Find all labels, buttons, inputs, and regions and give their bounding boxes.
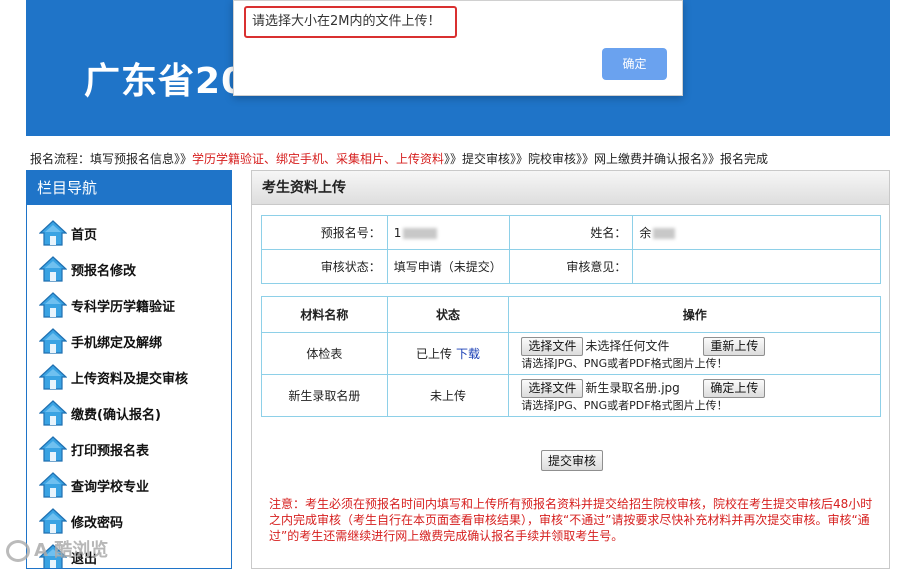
selected-file-name: 新生录取名册.jpg — [585, 380, 680, 395]
regno-label: 预报名号： — [261, 215, 388, 250]
column-header: 材料名称 — [261, 296, 388, 333]
sidebar-item-label: 手机绑定及解绑 — [71, 335, 163, 351]
format-hint: 请选择JPG、PNG或者PDF格式图片上传！ — [521, 398, 728, 412]
sidebar-item-8[interactable]: 修改密码 — [27, 503, 231, 539]
name-label: 姓名： — [508, 215, 634, 250]
confirm-upload-button[interactable]: 确定上传 — [703, 378, 766, 398]
house-icon — [38, 399, 68, 427]
sidebar-item-label: 上传资料及提交审核 — [71, 371, 189, 387]
sidebar-item-label: 修改密码 — [71, 515, 124, 531]
banner-title: 广东省20 — [84, 61, 248, 102]
registration-flow: 报名流程：填写预报名信息》》学历学籍验证、绑定手机、采集相片、上传资料》》提交审… — [30, 150, 768, 167]
house-icon — [38, 435, 68, 463]
dialog-ok-button[interactable]: 确定 — [602, 48, 667, 80]
flow-suffix: 》》提交审核》》院校审核》》网上缴费并确认报名》》报名完成 — [444, 152, 769, 166]
browser-watermark: A 酷浏览 — [6, 536, 108, 562]
applicant-info-table: 预报名号： 1 姓名： 余 审核状态： 填写申请（未提交） 审核意见： — [261, 215, 881, 284]
column-header: 操作 — [508, 296, 881, 333]
sidebar-item-label: 首页 — [71, 227, 98, 243]
selected-file-name: 未选择任何文件 — [585, 338, 670, 353]
house-icon — [38, 363, 68, 391]
materials-header-row: 材料名称 状态 操作 — [261, 296, 881, 333]
column-header: 状态 — [386, 296, 510, 333]
watermark-logo-icon — [6, 540, 30, 562]
house-icon — [38, 327, 68, 355]
status-value: 填写申请（未提交） — [386, 249, 510, 284]
sidebar-item-label: 打印预报名表 — [71, 443, 150, 459]
sidebar-item-5[interactable]: 缴费(确认报名) — [27, 395, 231, 431]
panel-title: 考生资料上传 — [252, 171, 889, 205]
house-icon — [38, 255, 68, 283]
house-icon — [38, 507, 68, 535]
house-icon — [38, 219, 68, 247]
name-value: 余 — [632, 215, 881, 250]
sidebar-item-label: 查询学校专业 — [71, 479, 150, 495]
table-row: 新生录取名册 未上传 选择文件 新生录取名册.jpg 确定上传 请选择JPG、PNG… — [261, 374, 881, 417]
opinion-label: 审核意见： — [508, 249, 634, 284]
sidebar-item-1[interactable]: 预报名修改 — [27, 251, 231, 287]
sidebar-item-4[interactable]: 上传资料及提交审核 — [27, 359, 231, 395]
sidebar-title: 栏目导航 — [27, 171, 231, 205]
table-row: 体检表 已上传 下载 选择文件 未选择任何文件 重新上传 请选择JPG、PNG或者PD… — [261, 332, 881, 375]
choose-file-button[interactable]: 选择文件 — [521, 336, 584, 356]
redacted-mask — [653, 228, 676, 239]
material-status: 未上传 — [386, 374, 510, 417]
materials-table: 材料名称 状态 操作 体检表 已上传 下载 选择文件 未选择任何文件 重新上传 请选择… — [261, 296, 881, 417]
sidebar-item-3[interactable]: 手机绑定及解绑 — [27, 323, 231, 359]
regno-value: 1 — [386, 215, 510, 250]
status-label: 审核状态： — [261, 249, 388, 284]
sidebar-item-label: 专科学历学籍验证 — [71, 299, 176, 315]
material-name: 体检表 — [261, 332, 388, 375]
sidebar-item-label: 缴费(确认报名) — [71, 407, 161, 423]
sidebar-list: 首页预报名修改专科学历学籍验证 手机绑定及解绑上传资料及提交审核 缴费(确认报名) 打… — [27, 215, 231, 568]
upload-panel: 考生资料上传 预报名号： 1 姓名： 余 审核状态： 填写申请（未提交） 审核意… — [251, 170, 890, 569]
sidebar-item-label: 预报名修改 — [71, 263, 137, 279]
sidebar-item-7[interactable]: 查询学校专业 — [27, 467, 231, 503]
flow-current-step: 学历学籍验证、绑定手机、采集相片、上传资料 — [192, 152, 445, 166]
sidebar-item-2[interactable]: 专科学历学籍验证 — [27, 287, 231, 323]
material-status: 已上传 下载 — [386, 332, 510, 375]
dialog-message: 请选择大小在2M内的文件上传！ — [244, 6, 457, 38]
sidebar-item-0[interactable]: 首页 — [27, 215, 231, 251]
submit-review-button[interactable]: 提交审核 — [541, 450, 604, 471]
opinion-value — [632, 249, 881, 284]
house-icon — [38, 291, 68, 319]
sidebar-item-6[interactable]: 打印预报名表 — [27, 431, 231, 467]
flow-prefix: 报名流程：填写预报名信息》》 — [30, 152, 193, 166]
material-actions: 选择文件 新生录取名册.jpg 确定上传 请选择JPG、PNG或者PDF格式图片上传… — [508, 374, 881, 417]
notice-text: 注意：考生必须在预报名时间内填写和上传所有预报名资料并提交给招生院校审核，院校在… — [269, 497, 873, 543]
reupload-button[interactable]: 重新上传 — [703, 336, 766, 356]
download-link[interactable]: 下载 — [456, 347, 480, 361]
house-icon — [38, 471, 68, 499]
sidebar-nav: 栏目导航 首页预报名修改专科学历学籍验证 手机绑定及解绑上传资料及提交审核 缴费(确… — [26, 170, 232, 569]
alert-dialog: 请选择大小在2M内的文件上传！ 确定 — [233, 0, 683, 96]
redacted-mask — [403, 227, 438, 239]
material-name: 新生录取名册 — [261, 374, 388, 417]
format-hint: 请选择JPG、PNG或者PDF格式图片上传！ — [521, 356, 728, 370]
choose-file-button[interactable]: 选择文件 — [521, 378, 584, 398]
material-actions: 选择文件 未选择任何文件 重新上传 请选择JPG、PNG或者PDF格式图片上传！ — [508, 332, 881, 375]
